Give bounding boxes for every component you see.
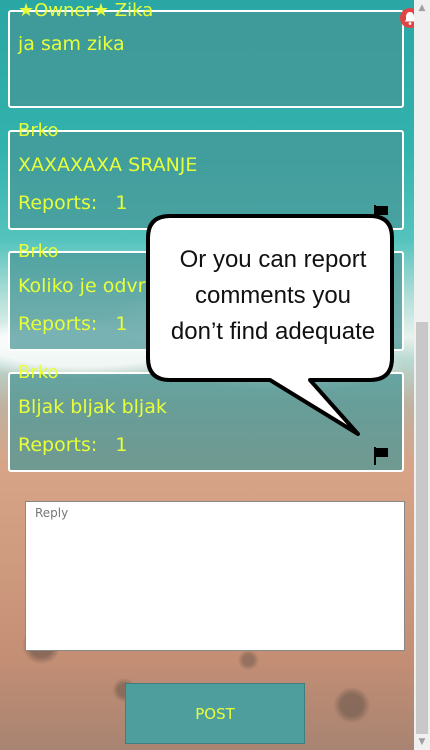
reports-label: Reports: 1	[18, 192, 128, 214]
comment-author: Brko	[18, 120, 59, 141]
reply-placeholder: Reply	[35, 506, 69, 520]
post-button[interactable]: POST	[125, 683, 305, 744]
comment-author: Brko	[18, 241, 59, 262]
comment-author: Brko	[18, 362, 59, 383]
comment-text: ja sam zika	[18, 33, 125, 55]
reports-count: 1	[115, 192, 128, 214]
scroll-down-icon[interactable]: ▼	[414, 734, 430, 750]
reports-label: Reports: 1	[18, 313, 128, 335]
comment-author: ★Owner★ Zika	[18, 0, 154, 21]
reports-count: 1	[115, 434, 128, 456]
scroll-up-icon[interactable]: ▲	[414, 0, 430, 16]
comment-text: XAXAXAXA SRANJE	[18, 154, 198, 176]
vertical-scrollbar[interactable]: ▲ ▼	[414, 0, 430, 750]
report-flag-icon[interactable]	[372, 446, 390, 466]
tooltip-text: Or you can report comments you don’t fin…	[170, 246, 376, 345]
reports-label: Reports: 1	[18, 434, 128, 456]
reports-count: 1	[115, 313, 128, 335]
comment-text: Koliko je odvra	[18, 275, 158, 297]
scroll-thumb[interactable]	[416, 322, 428, 734]
reply-textarea[interactable]: Reply	[25, 501, 405, 651]
comment-card: ★Owner★ Zika ja sam zika	[8, 0, 404, 108]
